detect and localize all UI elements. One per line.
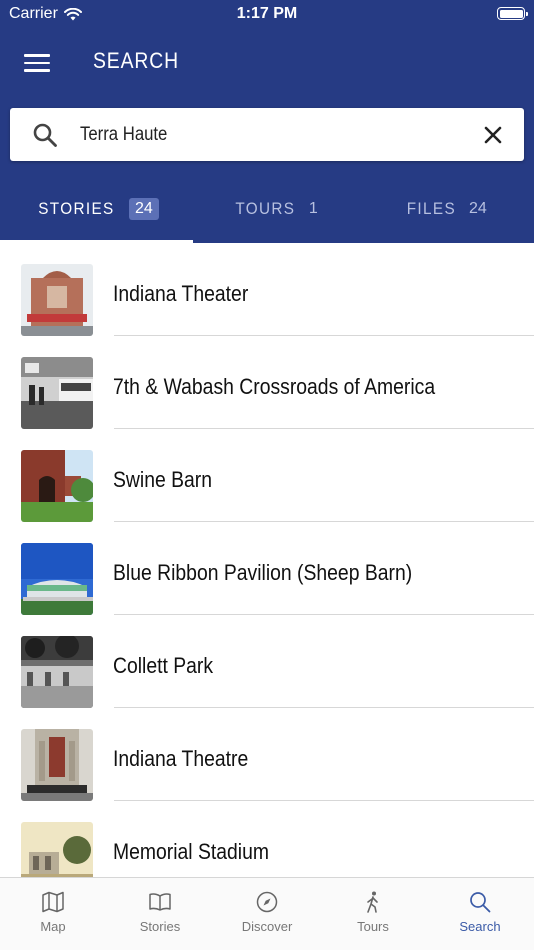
tab-stories-count: 24 [129, 198, 159, 220]
compass-icon [256, 891, 278, 913]
bottom-tab-bar: Map Stories Discover Tours Search [0, 877, 534, 950]
tab-bar-label: Stories [139, 919, 181, 934]
list-item[interactable]: Indiana Theater [0, 243, 534, 336]
list-item[interactable]: Collett Park [0, 615, 534, 708]
tab-files-count: 24 [468, 200, 487, 217]
tab-bar-search[interactable]: Search [427, 890, 533, 945]
tab-stories[interactable]: STORIES 24 [0, 178, 193, 240]
result-title: Blue Ribbon Pavilion (Sheep Barn) [113, 560, 413, 585]
tab-bar-map[interactable]: Map [0, 890, 106, 945]
tab-bar-stories[interactable]: Stories [107, 890, 213, 945]
tab-tours-label: TOURS [235, 199, 296, 218]
result-thumbnail [21, 636, 93, 708]
result-thumbnail [21, 729, 93, 801]
result-thumbnail [21, 822, 93, 877]
tab-files[interactable]: FILES 24 [357, 178, 534, 240]
tab-bar-label: Tours [357, 919, 389, 934]
result-title: Indiana Theatre [113, 746, 249, 771]
list-item[interactable]: 7th & Wabash Crossroads of America [0, 336, 534, 429]
book-icon [149, 893, 171, 911]
tab-stories-label: STORIES [38, 199, 115, 218]
tab-bar-label: Search [459, 919, 501, 934]
search-input[interactable] [80, 116, 415, 153]
map-icon [42, 891, 64, 913]
tab-bar-label: Discover [241, 919, 293, 934]
page-title: SEARCH [93, 48, 179, 73]
list-item[interactable]: Blue Ribbon Pavilion (Sheep Barn) [0, 522, 534, 615]
result-thumbnail [21, 450, 93, 522]
result-thumbnail [21, 264, 93, 336]
battery-icon [497, 7, 528, 20]
result-thumbnail [21, 357, 93, 429]
status-bar: Carrier 1:17 PM [0, 0, 534, 28]
tab-bar-discover[interactable]: Discover [214, 890, 320, 945]
menu-button[interactable] [24, 54, 50, 74]
tab-tours-count: 1 [308, 200, 318, 217]
tab-bar-tours[interactable]: Tours [320, 890, 426, 945]
tab-tours[interactable]: TOURS 1 [193, 178, 357, 240]
result-title: Memorial Stadium [113, 839, 270, 864]
result-title: Swine Barn [113, 467, 213, 492]
search-icon [33, 123, 57, 147]
search-icon [470, 892, 491, 913]
list-item[interactable]: Memorial Stadium [0, 801, 534, 877]
result-thumbnail [21, 543, 93, 615]
hamburger-icon [24, 54, 50, 57]
result-title: 7th & Wabash Crossroads of America [113, 374, 436, 399]
status-time: 1:17 PM [236, 5, 298, 22]
result-title: Collett Park [113, 653, 214, 678]
results-list: Indiana Theater 7th & Wabash Crossroads … [0, 243, 534, 877]
clear-search-button[interactable] [482, 124, 504, 146]
walking-icon [367, 891, 378, 913]
result-title: Indiana Theater [113, 281, 249, 306]
tab-bar-label: Map [40, 919, 66, 934]
list-item[interactable]: Indiana Theatre [0, 708, 534, 801]
result-tabs: STORIES 24 TOURS 1 FILES 24 [0, 178, 534, 243]
header: Carrier 1:17 PM SEARCH STORIES 24 [0, 0, 534, 243]
tab-files-label: FILES [406, 199, 457, 218]
search-box [10, 108, 524, 161]
list-item[interactable]: Swine Barn [0, 429, 534, 522]
